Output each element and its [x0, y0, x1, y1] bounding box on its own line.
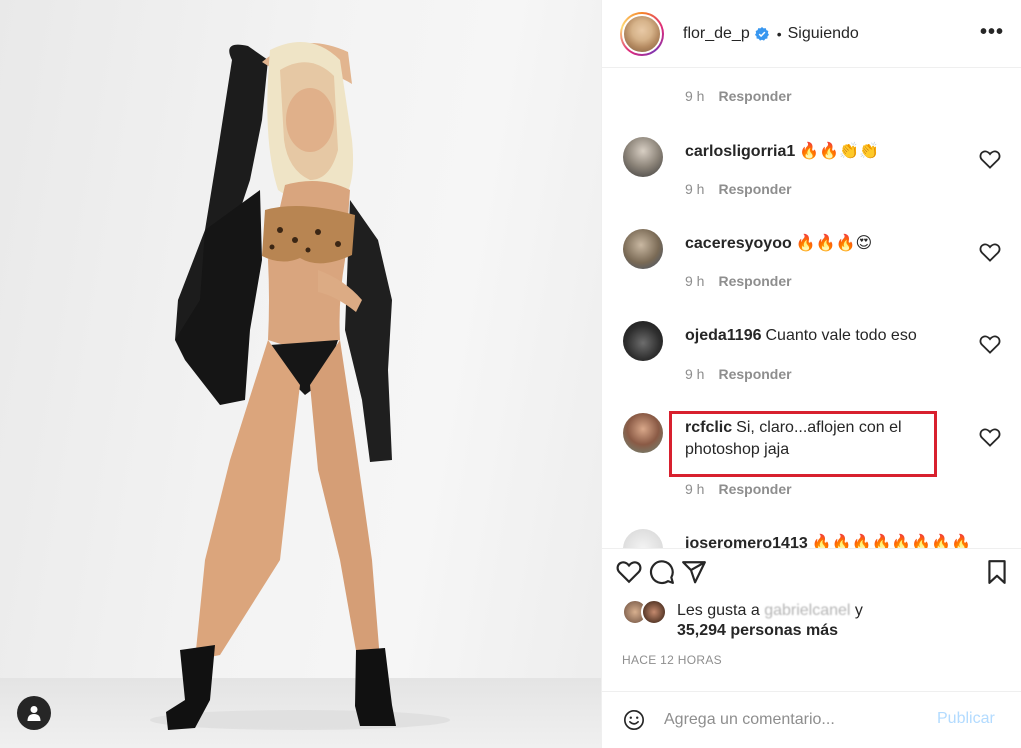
comments-list[interactable]: 9 h Responder carlosligorria1 🔥🔥👏👏 9 h Resp… [602, 69, 1021, 548]
comment-meta: 9 h Responder [685, 366, 792, 382]
post-timestamp[interactable]: HACE 12 HORAS [622, 653, 722, 667]
post-header: flor_de_p • Siguiendo ••• [602, 0, 1021, 68]
heart-icon[interactable] [979, 149, 1001, 169]
verified-badge-icon [754, 26, 769, 41]
commenter-avatar[interactable] [623, 229, 663, 269]
user-tag-button[interactable] [17, 696, 51, 730]
likes-prefix: Les gusta a [677, 602, 760, 619]
emoji-icon[interactable] [623, 709, 645, 731]
comment-meta: 9 h Responder [685, 181, 792, 197]
comment-text: carlosligorria1 🔥🔥👏👏 [685, 141, 975, 163]
commenter-avatar[interactable] [623, 529, 663, 548]
post-photo[interactable] [0, 0, 601, 748]
commenter-avatar[interactable] [623, 321, 663, 361]
commenter-avatar[interactable] [623, 413, 663, 453]
comment-text: ojeda1196 Cuanto vale todo eso [685, 325, 975, 347]
following-button[interactable]: Siguiendo [788, 25, 859, 43]
comment-text: caceresyoyoo 🔥🔥🔥😍 [685, 233, 975, 255]
comment-body: 🔥🔥👏👏 [799, 143, 879, 160]
bookmark-icon[interactable] [984, 559, 1010, 585]
share-icon[interactable] [681, 559, 707, 585]
add-comment-bar: Publicar [602, 691, 1021, 748]
commenter-username[interactable]: caceresyoyoo [685, 235, 792, 252]
post-actions-section: Les gusta a gabrielcanel y 35,294 person… [602, 548, 1021, 748]
comment-meta: 9 h Responder [685, 481, 792, 497]
comment-meta: 9 h Responder [685, 88, 792, 104]
commenter-username[interactable]: joseromero1413 [685, 535, 808, 548]
comment-body: Cuanto vale todo eso [765, 327, 917, 344]
more-options-icon[interactable]: ••• [980, 22, 1004, 42]
reply-button[interactable]: Responder [718, 366, 791, 382]
commenter-username[interactable]: ojeda1196 [685, 327, 762, 344]
reply-button[interactable]: Responder [718, 481, 791, 497]
comment-time: 9 h [685, 88, 705, 104]
comment-time: 9 h [685, 273, 705, 289]
commenter-username[interactable]: carlosligorria1 [685, 143, 795, 160]
comment-icon[interactable] [649, 559, 675, 585]
likes-count[interactable]: 35,294 personas más [677, 622, 838, 640]
comment-time: 9 h [685, 181, 705, 197]
highlight-annotation-box [669, 411, 937, 477]
heart-icon[interactable] [979, 427, 1001, 447]
comment-time: 9 h [685, 481, 705, 497]
heart-icon[interactable] [979, 334, 1001, 354]
comment-text: joseromero1413 🔥🔥🔥🔥🔥🔥🔥🔥 [685, 533, 975, 548]
comment-body: 🔥🔥🔥😍 [795, 235, 873, 252]
commenter-avatar[interactable] [623, 137, 663, 177]
comment-meta: 9 h Responder [685, 273, 792, 289]
likes-suffix: y [854, 602, 863, 619]
reply-button[interactable]: Responder [718, 88, 791, 104]
heart-icon[interactable] [616, 559, 642, 585]
comment-body: 🔥🔥🔥🔥🔥🔥🔥🔥 [811, 535, 972, 548]
author-username[interactable]: flor_de_p [683, 25, 750, 43]
comment-input[interactable] [664, 708, 924, 732]
reply-button[interactable]: Responder [718, 273, 791, 289]
photo-subject-illustration [150, 42, 450, 730]
post-side-panel: flor_de_p • Siguiendo ••• 9 h Responder c… [601, 0, 1021, 748]
heart-icon[interactable] [979, 242, 1001, 262]
header-separator: • [776, 25, 782, 42]
likes-summary: Les gusta a gabrielcanel y [677, 600, 863, 622]
publish-button[interactable]: Publicar [937, 710, 995, 728]
reply-button[interactable]: Responder [718, 181, 791, 197]
liker-avatar[interactable] [641, 599, 667, 625]
liker-username[interactable]: gabrielcanel [764, 602, 850, 619]
author-avatar[interactable] [620, 11, 664, 56]
user-tag-icon [27, 706, 41, 721]
comment-time: 9 h [685, 366, 705, 382]
